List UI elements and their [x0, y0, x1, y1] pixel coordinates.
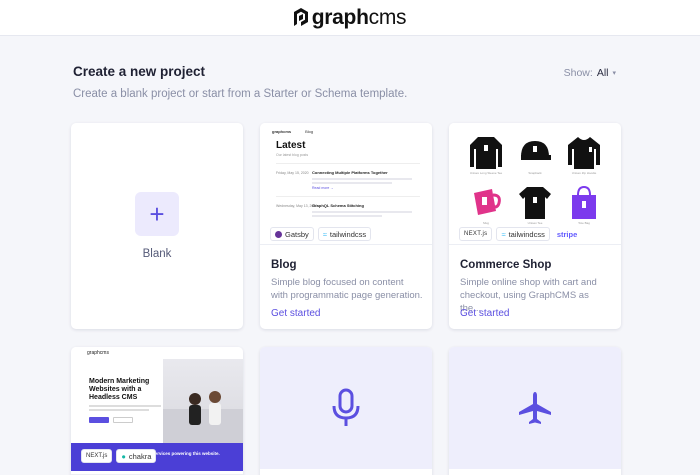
card-description: Simple blog focused on content with prog… — [271, 277, 423, 301]
marketing-hero-photo — [163, 359, 243, 443]
get-started-link[interactable]: Get started — [271, 308, 320, 319]
blog-post-more: Read more → — [312, 186, 334, 190]
tailwind-badge: ≈ tailwindcss — [496, 227, 550, 241]
card-title: Commerce Shop — [460, 259, 552, 271]
get-started-link[interactable]: Get started — [460, 308, 509, 319]
chakra-badge: ● chakra — [116, 449, 157, 463]
product-mug: Mug — [463, 185, 509, 231]
airplane-icon — [519, 392, 551, 424]
product-snapback: Snapback — [512, 135, 558, 181]
marketing-secondary-button — [113, 417, 133, 423]
blog-preview-subheading: Our latest blog posts — [276, 153, 309, 157]
tailwind-icon: ≈ — [501, 229, 506, 239]
show-filter[interactable]: Show: All ▾ — [564, 67, 616, 79]
top-bar: graphcms — [0, 0, 700, 36]
product-tote: Tote Bag — [561, 185, 607, 231]
microphone-icon — [332, 388, 360, 426]
page-title: Create a new project — [73, 64, 206, 79]
blog-template-card[interactable]: graphcms Blog Latest Our latest blog pos… — [260, 123, 432, 329]
gatsby-icon — [275, 230, 282, 238]
blank-label: Blank — [142, 248, 172, 260]
graphcms-logo[interactable]: graphcms — [293, 5, 407, 30]
blog-post-title: GraphQL Schema Stitching — [312, 203, 364, 208]
commerce-preview: Unisex Long Sleeve Tee Snapback Unisex Z… — [449, 123, 621, 245]
plus-icon: + — [135, 192, 179, 236]
product-long-sleeve: Unisex Long Sleeve Tee — [463, 135, 509, 181]
blog-post-date: Friday, May 15, 2020 — [276, 171, 309, 175]
page-subtitle: Create a blank project or start from a S… — [73, 88, 408, 100]
graphcms-logo-icon — [293, 7, 308, 26]
show-filter-value: All — [596, 67, 609, 79]
nextjs-badge: NEXT.js — [459, 227, 493, 241]
chevron-down-icon: ▾ — [612, 70, 616, 77]
marketing-primary-button — [89, 417, 109, 423]
blog-preview: graphcms Blog Latest Our latest blog pos… — [260, 123, 432, 245]
marketing-tech-badges: NEXT.js ● chakra — [81, 449, 157, 463]
podcast-preview — [260, 347, 432, 469]
tailwind-icon: ≈ — [322, 229, 327, 239]
product-hoodie: Unisex Zip Hoodie — [561, 135, 607, 181]
commerce-template-card[interactable]: Unisex Long Sleeve Tee Snapback Unisex Z… — [449, 123, 621, 329]
commerce-tech-badges: NEXT.js ≈ tailwindcss stripe — [459, 227, 580, 241]
blog-tech-badges: Gatsby ≈ tailwindcss — [270, 227, 372, 241]
show-filter-label: Show: — [563, 67, 593, 79]
podcast-template-card[interactable] — [260, 347, 432, 475]
marketing-headline: Modern Marketing Websites with a Headles… — [89, 378, 150, 401]
product-tee: Unisex Tee — [512, 185, 558, 231]
travel-preview — [449, 347, 621, 469]
gatsby-badge: Gatsby — [270, 227, 314, 241]
card-title: Blog — [271, 259, 297, 271]
marketing-preview-nav: graphcms — [87, 350, 109, 356]
nextjs-badge: NEXT.js — [81, 449, 113, 463]
blog-preview-heading: Latest — [276, 140, 306, 151]
marketing-template-card[interactable]: graphcms Modern Marketing Websites with … — [71, 347, 243, 475]
tailwind-badge: ≈ tailwindcss — [317, 227, 372, 241]
blank-project-card[interactable]: + Blank — [71, 123, 243, 329]
stripe-badge: stripe — [556, 229, 578, 239]
marketing-preview: graphcms Modern Marketing Websites with … — [71, 347, 243, 475]
travel-template-card[interactable] — [449, 347, 621, 475]
blog-post-title: Connecting Multiple Platforms Together — [312, 170, 388, 175]
blog-preview-nav: graphcms Blog — [272, 129, 314, 134]
logo-wordmark: graphcms — [311, 5, 407, 29]
